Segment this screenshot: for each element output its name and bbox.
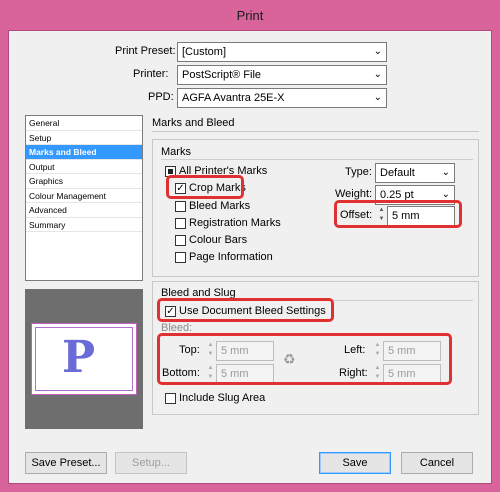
- include-slug-label: Include Slug Area: [179, 392, 266, 404]
- marks-title: Marks: [161, 146, 191, 158]
- highlight-bleed-fields: [157, 333, 452, 385]
- print-preset-value: [Custom]: [182, 46, 227, 58]
- category-list: General Setup Marks and Bleed Output Gra…: [25, 115, 143, 281]
- print-preset-select[interactable]: [Custom] ⌄: [177, 42, 387, 62]
- highlight-use-doc-bleed: [157, 298, 334, 322]
- section-divider: [152, 131, 479, 132]
- window-title: Print: [236, 8, 264, 23]
- chevron-down-icon: ⌄: [373, 92, 382, 103]
- setup-button[interactable]: Setup...: [115, 452, 187, 474]
- print-dialog: Print Preset: [Custom] ⌄ Printer: PostSc…: [8, 30, 492, 484]
- type-value: Default: [380, 167, 415, 179]
- page-information-label: Page Information: [189, 251, 273, 263]
- save-preset-button[interactable]: Save Preset...: [25, 452, 107, 474]
- weight-label: Weight:: [335, 188, 373, 200]
- print-preset-label: Print Preset:: [115, 45, 176, 57]
- highlight-offset: [334, 200, 462, 228]
- ppd-select[interactable]: AGFA Avantra 25E-X ⌄: [177, 88, 387, 108]
- page-information-checkbox[interactable]: [175, 252, 186, 263]
- chevron-down-icon: ⌄: [373, 46, 382, 57]
- cancel-button[interactable]: Cancel: [401, 452, 473, 474]
- chevron-down-icon: ⌄: [373, 69, 382, 80]
- window-titlebar: Print: [0, 0, 500, 30]
- page-preview: P: [25, 289, 143, 429]
- sidebar-item-general[interactable]: General: [26, 116, 142, 131]
- sidebar-item-graphics[interactable]: Graphics: [26, 174, 142, 189]
- include-slug-checkbox[interactable]: [165, 393, 176, 404]
- preview-letter: P: [62, 332, 96, 383]
- bleed-marks-label: Bleed Marks: [189, 200, 251, 212]
- preview-page: P: [31, 323, 137, 395]
- sidebar-item-colour-management[interactable]: Colour Management: [26, 189, 142, 203]
- bleed-marks-checkbox[interactable]: [175, 201, 186, 212]
- registration-marks-label: Registration Marks: [189, 217, 281, 229]
- save-button[interactable]: Save: [319, 452, 391, 474]
- sidebar-item-summary[interactable]: Summary: [26, 218, 142, 232]
- printer-select[interactable]: PostScript® File ⌄: [177, 65, 387, 85]
- printer-value: PostScript® File: [182, 69, 262, 81]
- colour-bars-label: Colour Bars: [189, 234, 248, 246]
- sidebar-item-output[interactable]: Output: [26, 160, 142, 174]
- ppd-label: PPD:: [148, 91, 174, 103]
- highlight-crop-marks: [166, 175, 244, 199]
- colour-bars-checkbox[interactable]: [175, 235, 186, 246]
- marks-divider: [161, 159, 473, 160]
- type-select[interactable]: Default ⌄: [375, 163, 455, 183]
- sidebar-item-advanced[interactable]: Advanced: [26, 203, 142, 218]
- type-label: Type:: [345, 166, 372, 178]
- printer-label: Printer:: [133, 68, 169, 80]
- sidebar-item-setup[interactable]: Setup: [26, 131, 142, 145]
- ppd-value: AGFA Avantra 25E-X: [182, 92, 285, 104]
- registration-marks-checkbox[interactable]: [175, 218, 186, 229]
- chevron-down-icon: ⌄: [441, 167, 450, 178]
- section-title: Marks and Bleed: [152, 117, 235, 129]
- sidebar-item-marks-and-bleed[interactable]: Marks and Bleed: [26, 145, 142, 160]
